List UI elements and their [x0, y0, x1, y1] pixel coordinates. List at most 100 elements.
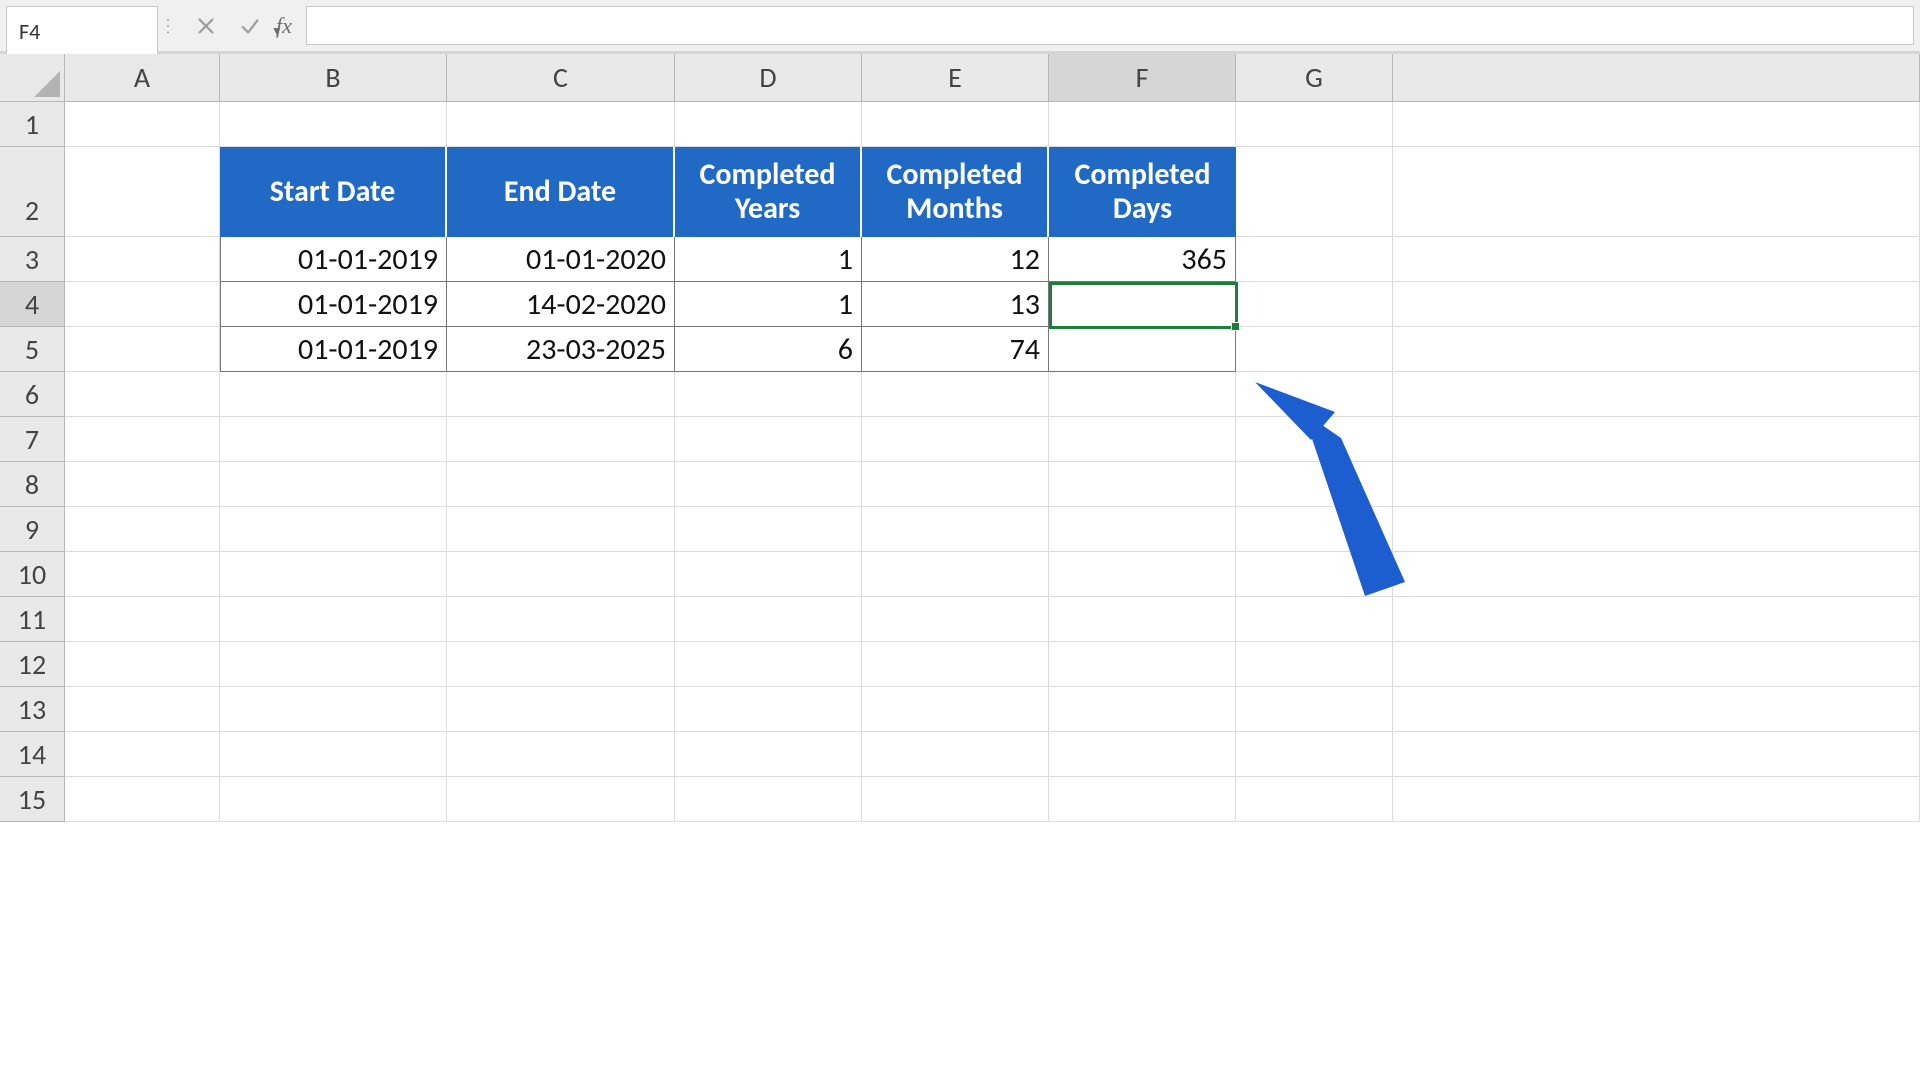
cell-C14[interactable] — [447, 732, 675, 777]
cell-A2[interactable] — [65, 147, 220, 237]
cell-G8[interactable] — [1236, 462, 1393, 507]
formula-input-wrap[interactable] — [306, 6, 1914, 45]
cell-rest10[interactable] — [1393, 552, 1920, 597]
cell-D7[interactable] — [675, 417, 862, 462]
cell-D12[interactable] — [675, 642, 862, 687]
cell-G1[interactable] — [1236, 102, 1393, 147]
cell-A5[interactable] — [65, 327, 220, 372]
cell-F14[interactable] — [1049, 732, 1236, 777]
cell-B3[interactable]: 01-01-2019 — [220, 237, 447, 282]
cell-C1[interactable] — [447, 102, 675, 147]
cell-F6[interactable] — [1049, 372, 1236, 417]
row-header-11[interactable]: 11 — [0, 597, 65, 642]
cell-E3[interactable]: 12 — [862, 237, 1049, 282]
cell-A8[interactable] — [65, 462, 220, 507]
cell-F13[interactable] — [1049, 687, 1236, 732]
cell-D6[interactable] — [675, 372, 862, 417]
row-header-7[interactable]: 7 — [0, 417, 65, 462]
cell-E13[interactable] — [862, 687, 1049, 732]
cell-C13[interactable] — [447, 687, 675, 732]
cell-rest4[interactable] — [1393, 282, 1920, 327]
cell-C4[interactable]: 14-02-2020 — [447, 282, 675, 327]
cell-F5[interactable] — [1049, 327, 1236, 372]
row-header-14[interactable]: 14 — [0, 732, 65, 777]
cell-rest1[interactable] — [1393, 102, 1920, 147]
cell-A15[interactable] — [65, 777, 220, 822]
cell-D9[interactable] — [675, 507, 862, 552]
cell-E10[interactable] — [862, 552, 1049, 597]
cell-A13[interactable] — [65, 687, 220, 732]
header-completed-years[interactable]: Completed Years — [675, 147, 862, 237]
cell-rest14[interactable] — [1393, 732, 1920, 777]
cell-A4[interactable] — [65, 282, 220, 327]
row-header-3[interactable]: 3 — [0, 237, 65, 282]
cell-D4[interactable]: 1 — [675, 282, 862, 327]
column-header-D[interactable]: D — [675, 54, 862, 101]
cell-D13[interactable] — [675, 687, 862, 732]
cell-rest11[interactable] — [1393, 597, 1920, 642]
cell-C9[interactable] — [447, 507, 675, 552]
column-header-C[interactable]: C — [447, 54, 675, 101]
cell-rest9[interactable] — [1393, 507, 1920, 552]
cell-C3[interactable]: 01-01-2020 — [447, 237, 675, 282]
cell-B15[interactable] — [220, 777, 447, 822]
row-header-15[interactable]: 15 — [0, 777, 65, 822]
cell-G11[interactable] — [1236, 597, 1393, 642]
cell-A14[interactable] — [65, 732, 220, 777]
cell-E14[interactable] — [862, 732, 1049, 777]
header-start-date[interactable]: Start Date — [220, 147, 447, 237]
cell-C6[interactable] — [447, 372, 675, 417]
row-header-2[interactable]: 2 — [0, 147, 65, 237]
cell-G5[interactable] — [1236, 327, 1393, 372]
cell-rest7[interactable] — [1393, 417, 1920, 462]
cell-D11[interactable] — [675, 597, 862, 642]
cell-G13[interactable] — [1236, 687, 1393, 732]
cell-A12[interactable] — [65, 642, 220, 687]
cell-G4[interactable] — [1236, 282, 1393, 327]
cell-E5[interactable]: 74 — [862, 327, 1049, 372]
cell-F1[interactable] — [1049, 102, 1236, 147]
cell-B14[interactable] — [220, 732, 447, 777]
cell-B13[interactable] — [220, 687, 447, 732]
row-header-10[interactable]: 10 — [0, 552, 65, 597]
cell-D10[interactable] — [675, 552, 862, 597]
cell-rest2[interactable] — [1393, 147, 1920, 237]
header-completed-days[interactable]: Completed Days — [1049, 147, 1236, 237]
cell-F4[interactable] — [1049, 282, 1236, 327]
cancel-button[interactable] — [184, 7, 228, 45]
cell-F7[interactable] — [1049, 417, 1236, 462]
cell-C5[interactable]: 23-03-2025 — [447, 327, 675, 372]
row-header-5[interactable]: 5 — [0, 327, 65, 372]
row-header-4[interactable]: 4 — [0, 282, 65, 327]
cell-E4[interactable]: 13 — [862, 282, 1049, 327]
cell-C12[interactable] — [447, 642, 675, 687]
cell-G10[interactable] — [1236, 552, 1393, 597]
cell-rest5[interactable] — [1393, 327, 1920, 372]
column-header-G[interactable]: G — [1236, 54, 1393, 101]
cell-C10[interactable] — [447, 552, 675, 597]
formula-input[interactable] — [317, 11, 1913, 40]
cell-rest13[interactable] — [1393, 687, 1920, 732]
cell-A7[interactable] — [65, 417, 220, 462]
cell-F9[interactable] — [1049, 507, 1236, 552]
cell-D5[interactable]: 6 — [675, 327, 862, 372]
column-header-F[interactable]: F — [1049, 54, 1236, 101]
cell-rest12[interactable] — [1393, 642, 1920, 687]
cell-G15[interactable] — [1236, 777, 1393, 822]
row-header-12[interactable]: 12 — [0, 642, 65, 687]
cell-rest6[interactable] — [1393, 372, 1920, 417]
cell-B10[interactable] — [220, 552, 447, 597]
cell-B8[interactable] — [220, 462, 447, 507]
cell-D1[interactable] — [675, 102, 862, 147]
cell-B5[interactable]: 01-01-2019 — [220, 327, 447, 372]
header-completed-months[interactable]: Completed Months — [862, 147, 1049, 237]
cell-rest3[interactable] — [1393, 237, 1920, 282]
cell-A3[interactable] — [65, 237, 220, 282]
cell-F3[interactable]: 365 — [1049, 237, 1236, 282]
cell-F11[interactable] — [1049, 597, 1236, 642]
header-end-date[interactable]: End Date — [447, 147, 675, 237]
cell-E11[interactable] — [862, 597, 1049, 642]
cell-D14[interactable] — [675, 732, 862, 777]
cell-G12[interactable] — [1236, 642, 1393, 687]
cell-F10[interactable] — [1049, 552, 1236, 597]
